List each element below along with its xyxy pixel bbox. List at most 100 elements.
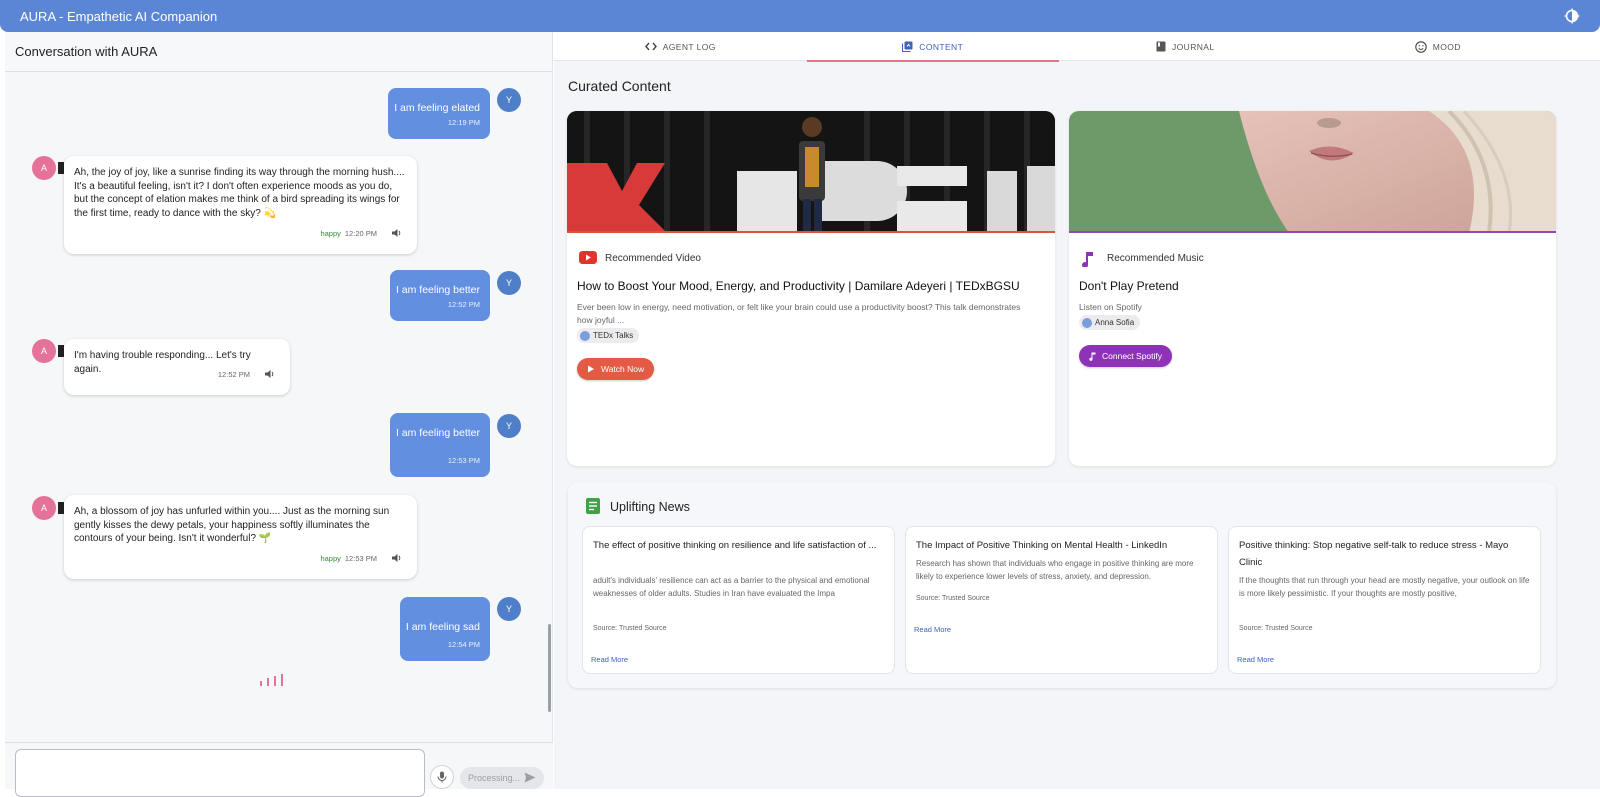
user-avatar: Y [497, 414, 521, 438]
user-avatar: Y [497, 597, 521, 621]
smiley-icon [1414, 40, 1427, 53]
tab-label: CONTENT [919, 41, 964, 52]
message-time: 12:54 PM [447, 640, 480, 649]
message-list[interactable]: I am feeling elated 12:19 PM Y A Ah, the… [5, 72, 553, 742]
send-icon [524, 772, 536, 783]
news-headline[interactable]: The Impact of Positive Thinking on Menta… [916, 537, 1207, 554]
tab-mood[interactable]: MOOD [1312, 32, 1565, 61]
app-bar: AURA - Empathetic AI Companion [0, 0, 1600, 32]
video-card: Recommended Video How to Boost Your Mood… [567, 111, 1055, 466]
play-icon [588, 365, 594, 373]
music-subtitle: Listen on Spotify [1079, 302, 1142, 312]
message-time: 12:20 PM [344, 228, 377, 238]
music-thumbnail[interactable] [1069, 111, 1556, 233]
speaker-icon[interactable] [391, 228, 403, 238]
send-button[interactable]: Processing... [460, 767, 544, 789]
conversation-title: Conversation with AURA [15, 44, 158, 59]
message-text: Ah, a blossom of joy has unfurled within… [74, 506, 390, 544]
message-meta: 12:52 PM [218, 368, 276, 382]
video-title[interactable]: How to Boost Your Mood, Energy, and Prod… [577, 279, 1020, 293]
news-card[interactable]: Positive thinking: Stop negative self-ta… [1228, 526, 1541, 674]
mood-tag: happy [320, 553, 341, 563]
message-meta: happy 12:20 PM [320, 227, 403, 241]
connect-spotify-button[interactable]: Connect Spotify [1079, 345, 1173, 367]
news-card[interactable]: The effect of positive thinking on resil… [582, 526, 895, 674]
conversation-panel: Conversation with AURA I am feeling elat… [5, 32, 553, 797]
mic-button[interactable] [430, 765, 454, 789]
user-avatar: Y [497, 88, 521, 112]
video-thumbnail[interactable] [567, 111, 1055, 233]
message-time: 12:19 PM [447, 118, 480, 127]
read-more-link[interactable]: Read More [1237, 655, 1274, 664]
user-message: I am feeling better 12:52 PM [390, 270, 490, 321]
tab-bar: AGENT LOG CONTENT JOURNAL MOOD [554, 32, 1565, 62]
chat-scrollbar[interactable] [548, 624, 551, 712]
channel-name: TEDx Talks [593, 331, 634, 340]
book-icon [1156, 41, 1166, 52]
message-time: 12:52 PM [217, 369, 250, 379]
video-label: Recommended Video [605, 253, 701, 264]
user-message: I am feeling elated 12:19 PM [388, 88, 490, 139]
watch-now-button[interactable]: Watch Now [577, 358, 655, 380]
news-section: Uplifting News The effect of positive th… [568, 482, 1556, 688]
theme-toggle-icon[interactable] [1562, 6, 1582, 26]
news-title: Uplifting News [610, 500, 690, 514]
youtube-icon [579, 251, 597, 264]
album-art-image [1069, 111, 1556, 231]
tab-label: MOOD [1432, 41, 1461, 52]
tab-label: JOURNAL [1172, 41, 1215, 52]
composer: Processing... [5, 742, 553, 797]
ai-avatar: A [32, 339, 56, 363]
read-more-link[interactable]: Read More [591, 655, 628, 664]
news-headline[interactable]: The effect of positive thinking on resil… [593, 537, 884, 554]
tab-label: AGENT LOG [662, 41, 716, 52]
message-time: 12:52 PM [447, 300, 480, 309]
artist-name: Anna Sofia [1095, 318, 1135, 327]
user-message: I am feeling better 12:53 PM [390, 413, 490, 477]
library-icon [902, 41, 913, 52]
artist-chip[interactable]: Anna Sofia [1079, 315, 1141, 330]
news-card[interactable]: The Impact of Positive Thinking on Menta… [905, 526, 1218, 674]
music-title[interactable]: Don't Play Pretend [1079, 279, 1179, 293]
music-note-icon [1089, 352, 1096, 361]
ai-avatar: A [32, 496, 56, 520]
ai-message: I'm having trouble responding... Let's t… [64, 339, 290, 395]
message-input[interactable] [15, 749, 425, 797]
section-title: Curated Content [568, 78, 671, 94]
news-source: Source: Trusted Source [593, 625, 667, 632]
message-text: I am feeling elated [394, 102, 480, 114]
mic-icon [437, 771, 447, 783]
speaker-icon[interactable] [391, 553, 403, 563]
content-panel: AGENT LOG CONTENT JOURNAL MOOD Curated C… [554, 32, 1600, 789]
article-icon [586, 498, 600, 514]
speaker-icon[interactable] [264, 369, 276, 379]
message-time: 12:53 PM [344, 553, 377, 563]
message-text: Ah, the joy of joy, like a sunrise findi… [74, 167, 405, 219]
news-headline[interactable]: Positive thinking: Stop negative self-ta… [1239, 537, 1530, 571]
user-avatar: Y [497, 271, 521, 295]
tab-journal[interactable]: JOURNAL [1059, 32, 1312, 61]
user-message: I am feeling sad 12:54 PM [400, 597, 490, 661]
connect-spotify-label: Connect Spotify [1102, 351, 1163, 361]
send-label: Processing... [468, 773, 521, 783]
news-source: Source: Trusted Source [1239, 625, 1313, 632]
news-body: Research has shown that individuals who … [916, 559, 1194, 581]
conversation-header: Conversation with AURA [5, 32, 552, 72]
video-description: Ever been low in energy, need motivation… [577, 302, 1021, 325]
music-card: Recommended Music Don't Play Pretend Lis… [1069, 111, 1556, 466]
message-time: 12:53 PM [447, 456, 480, 465]
message-text: I am feeling better [395, 427, 480, 439]
news-body: If the thoughts that run through your he… [1239, 576, 1530, 598]
tab-agent-log[interactable]: AGENT LOG [554, 32, 807, 61]
tab-bar-filler [1564, 32, 1600, 61]
tab-content[interactable]: CONTENT [806, 32, 1060, 62]
music-label: Recommended Music [1107, 253, 1204, 264]
message-text: I am feeling sad [405, 621, 480, 633]
read-more-link[interactable]: Read More [914, 625, 951, 634]
app-title: AURA - Empathetic AI Companion [20, 8, 218, 24]
mood-tag: happy [320, 228, 341, 238]
typing-indicator [260, 674, 283, 686]
channel-chip[interactable]: TEDx Talks [577, 328, 640, 343]
ai-avatar: A [32, 156, 56, 180]
code-icon [644, 42, 657, 51]
